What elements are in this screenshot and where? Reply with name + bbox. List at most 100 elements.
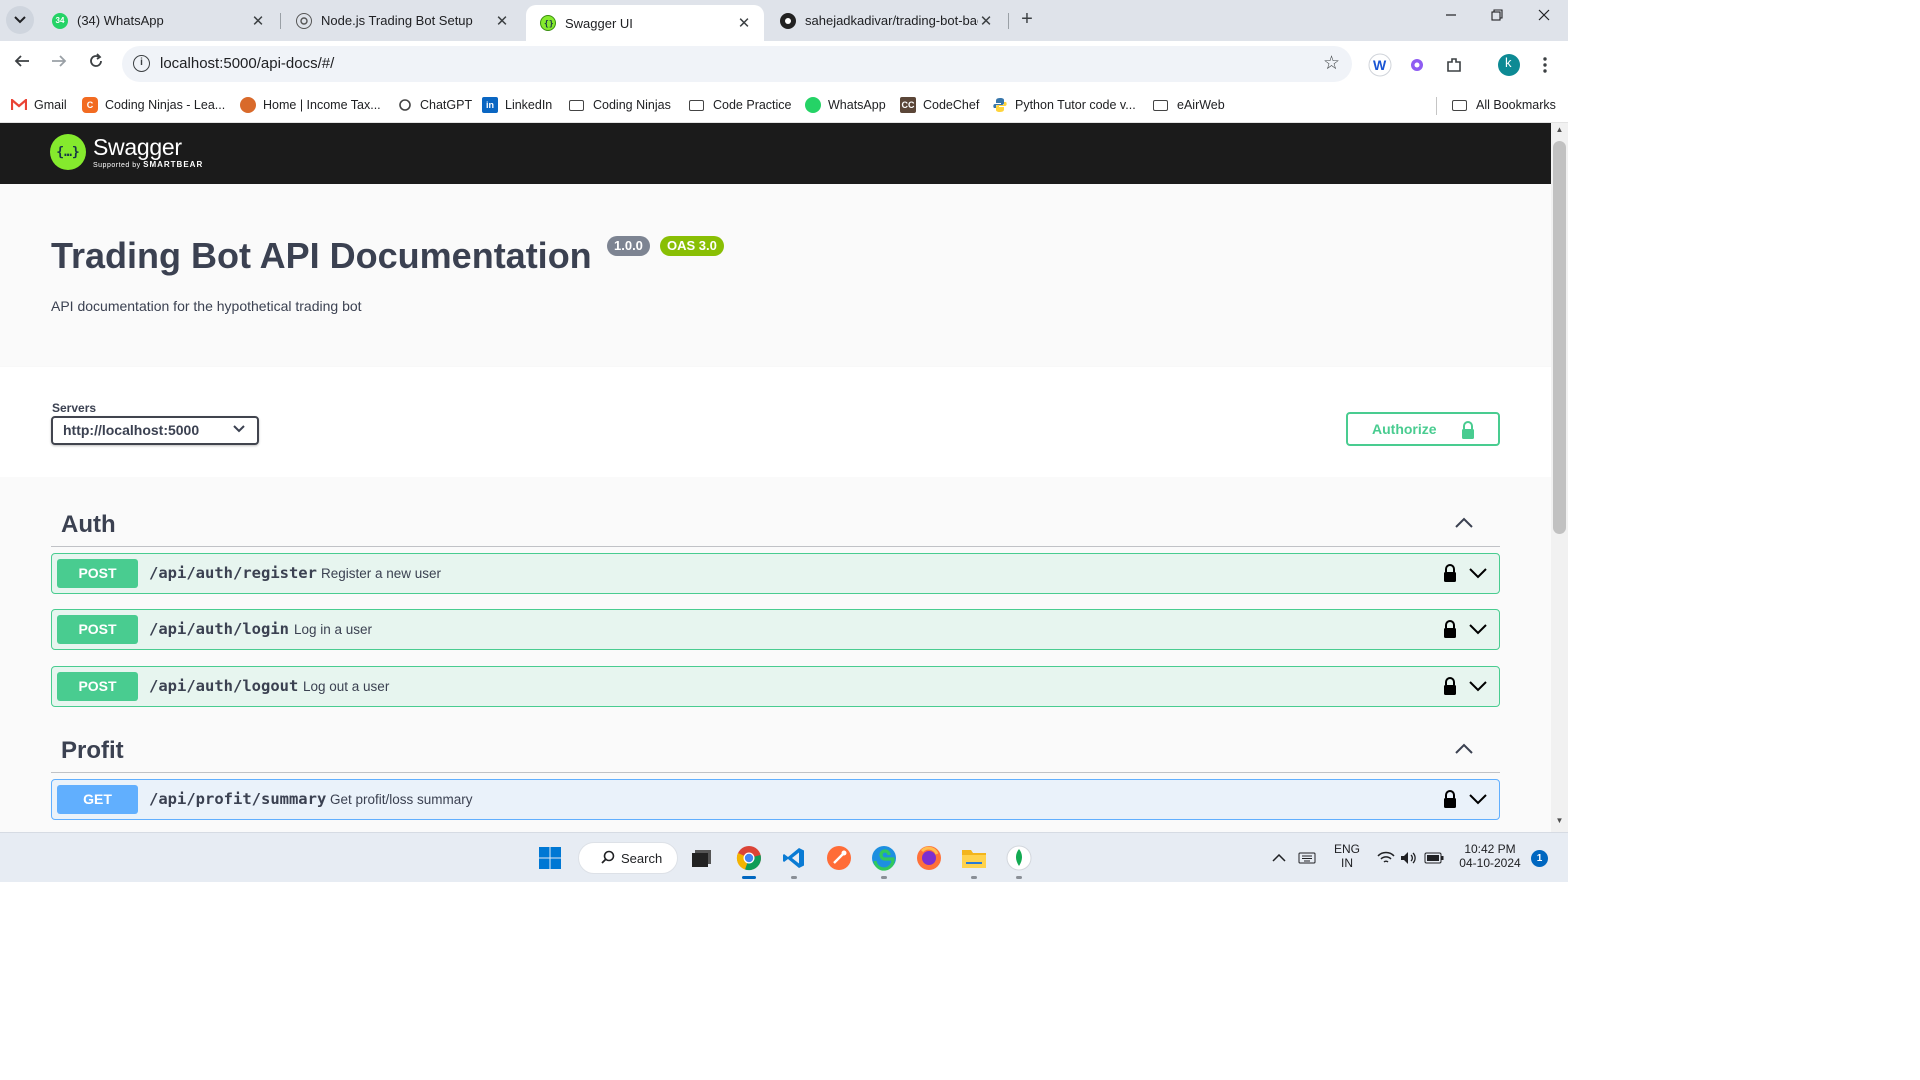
linkedin-icon: in [482,97,498,113]
forward-button[interactable] [47,53,71,77]
tab-title: Swagger UI [565,15,633,31]
tab-separator [280,13,281,29]
chevron-down-icon[interactable] [1468,566,1488,584]
firefox-icon[interactable] [914,843,944,873]
swagger-topbar: {…} Swagger Supported by SMARTBEAR [0,123,1551,184]
op-post-auth-login[interactable]: POST /api/auth/login Log in a user [51,609,1500,650]
chevron-down-icon[interactable] [1468,679,1488,697]
scroll-down-icon[interactable]: ▼ [1551,816,1568,830]
tag-profit[interactable]: Profit [51,729,1500,773]
tab-github-repo[interactable]: sahejadkadivar/trading-bot-bac ✕ [766,0,1006,41]
extension-w-icon[interactable]: W [1367,52,1393,78]
chevron-up-icon[interactable] [1454,742,1474,760]
bookmark-whatsapp[interactable]: WhatsApp [805,95,886,115]
keyboard-icon[interactable] [1292,843,1322,873]
bookmark-chatgpt[interactable]: ChatGPT [397,95,472,115]
bookmark-linkedin[interactable]: in LinkedIn [482,95,552,115]
windows-start-icon[interactable] [535,843,565,873]
taskbar-search[interactable]: Search [578,842,678,874]
authorize-button[interactable]: Authorize [1346,412,1500,446]
browser-menu-button[interactable] [1532,52,1558,78]
bookmark-coding-ninjas-learn[interactable]: C Coding Ninjas - Lea... [82,95,225,115]
restore-button[interactable] [1482,8,1512,32]
op-path: /api/auth/register [149,564,317,582]
op-post-auth-register[interactable]: POST /api/auth/register Register a new u… [51,553,1500,594]
bookmark-star-icon[interactable]: ☆ [1323,52,1340,75]
profile-avatar[interactable]: k [1496,52,1522,78]
bookmark-label: Code Practice [713,98,792,112]
extension-gear-icon[interactable] [1404,52,1430,78]
battery-icon[interactable] [1419,843,1449,873]
scroll-up-icon[interactable]: ▲ [1551,125,1568,139]
bookmark-folder-code-practice[interactable]: Code Practice [689,95,792,115]
bookmark-folder-coding-ninjas[interactable]: Coding Ninjas [569,95,671,115]
servers-select[interactable]: http://localhost:5000 [51,416,259,445]
postman-icon[interactable] [824,843,854,873]
input-language[interactable]: ENG IN [1328,842,1366,870]
tab-strip: 34 (34) WhatsApp ✕ Node.js Trading Bot S… [0,0,1568,41]
edge-icon[interactable] [869,843,899,873]
notification-badge[interactable]: 1 [1531,850,1548,867]
swagger-logo[interactable]: {…} Swagger Supported by SMARTBEAR [50,134,203,170]
operations-section: Auth POST /api/auth/register Register a … [0,477,1551,832]
version-badge: 1.0.0 [607,236,650,256]
file-explorer-icon[interactable] [959,843,989,873]
tab-swagger-ui[interactable]: {} Swagger UI ✕ [526,5,764,41]
chevron-down-icon[interactable] [1468,622,1488,640]
bookmark-python-tutor[interactable]: Python Tutor code v... [992,95,1136,115]
api-info: Trading Bot API Documentation 1.0.0 OAS … [0,184,1551,367]
bookmark-gmail[interactable]: Gmail [11,95,67,115]
vscode-icon[interactable] [779,843,809,873]
url-text[interactable]: localhost:5000/api-docs/#/ [160,55,334,72]
coding-ninjas-icon: C [82,97,98,113]
gmail-icon [11,97,27,113]
close-icon[interactable]: ✕ [736,14,752,32]
bookmarks-divider [1436,97,1437,115]
extensions-puzzle-icon[interactable] [1441,52,1467,78]
address-bar[interactable]: i localhost:5000/api-docs/#/ ☆ [122,46,1352,82]
close-icon[interactable]: ✕ [978,12,994,30]
clock[interactable]: 10:42 PM 04-10-2024 [1452,842,1528,870]
api-description: API documentation for the hypothetical t… [51,298,362,314]
mongodb-compass-icon[interactable] [1004,843,1034,873]
lock-icon[interactable] [1443,789,1457,814]
close-window-button[interactable] [1529,8,1559,32]
chrome-icon[interactable] [734,843,764,873]
scrollbar-thumb[interactable] [1553,141,1566,534]
reload-button[interactable] [84,53,108,77]
swagger-logo-icon: {…} [50,134,86,170]
op-post-auth-logout[interactable]: POST /api/auth/logout Log out a user [51,666,1500,707]
lock-icon[interactable] [1443,619,1457,644]
tag-auth[interactable]: Auth [51,503,1500,547]
op-summary: Log in a user [294,622,373,637]
new-tab-button[interactable]: + [1016,8,1038,30]
chevron-up-icon[interactable] [1454,516,1474,534]
bookmark-income-tax[interactable]: Home | Income Tax... [240,95,381,115]
lock-icon[interactable] [1443,563,1457,588]
op-get-profit-summary[interactable]: GET /api/profit/summary Get profit/loss … [51,779,1500,820]
site-info-icon[interactable]: i [133,55,150,72]
close-icon[interactable]: ✕ [494,12,510,30]
chevron-up-icon[interactable] [1264,843,1294,873]
tab-search-button[interactable] [6,6,34,34]
close-icon[interactable]: ✕ [250,12,266,30]
task-view-icon[interactable] [687,843,717,873]
op-path: /api/auth/login [149,620,289,638]
codechef-icon: CC [900,97,916,113]
minimize-button[interactable] [1436,8,1466,32]
page-scrollbar[interactable]: ▲ ▼ [1551,123,1568,832]
lock-icon[interactable] [1443,676,1457,701]
all-bookmarks[interactable]: All Bookmarks [1452,95,1556,115]
tab-nodejs-trading-bot[interactable]: Node.js Trading Bot Setup ✕ [282,0,522,41]
bookmark-codechef[interactable]: CC CodeChef [900,95,979,115]
clock-time: 10:42 PM [1464,842,1516,856]
bookmark-label: Python Tutor code v... [1015,98,1136,112]
method-badge: POST [57,672,138,701]
chevron-down-icon[interactable] [1468,792,1488,810]
tab-title: sahejadkadivar/trading-bot-bac [805,13,978,28]
tab-title: (34) WhatsApp [77,13,164,28]
bookmark-folder-eairweb[interactable]: eAirWeb [1153,95,1225,115]
authorize-label: Authorize [1372,421,1437,437]
back-button[interactable] [10,53,34,77]
tab-whatsapp[interactable]: 34 (34) WhatsApp ✕ [38,0,278,41]
